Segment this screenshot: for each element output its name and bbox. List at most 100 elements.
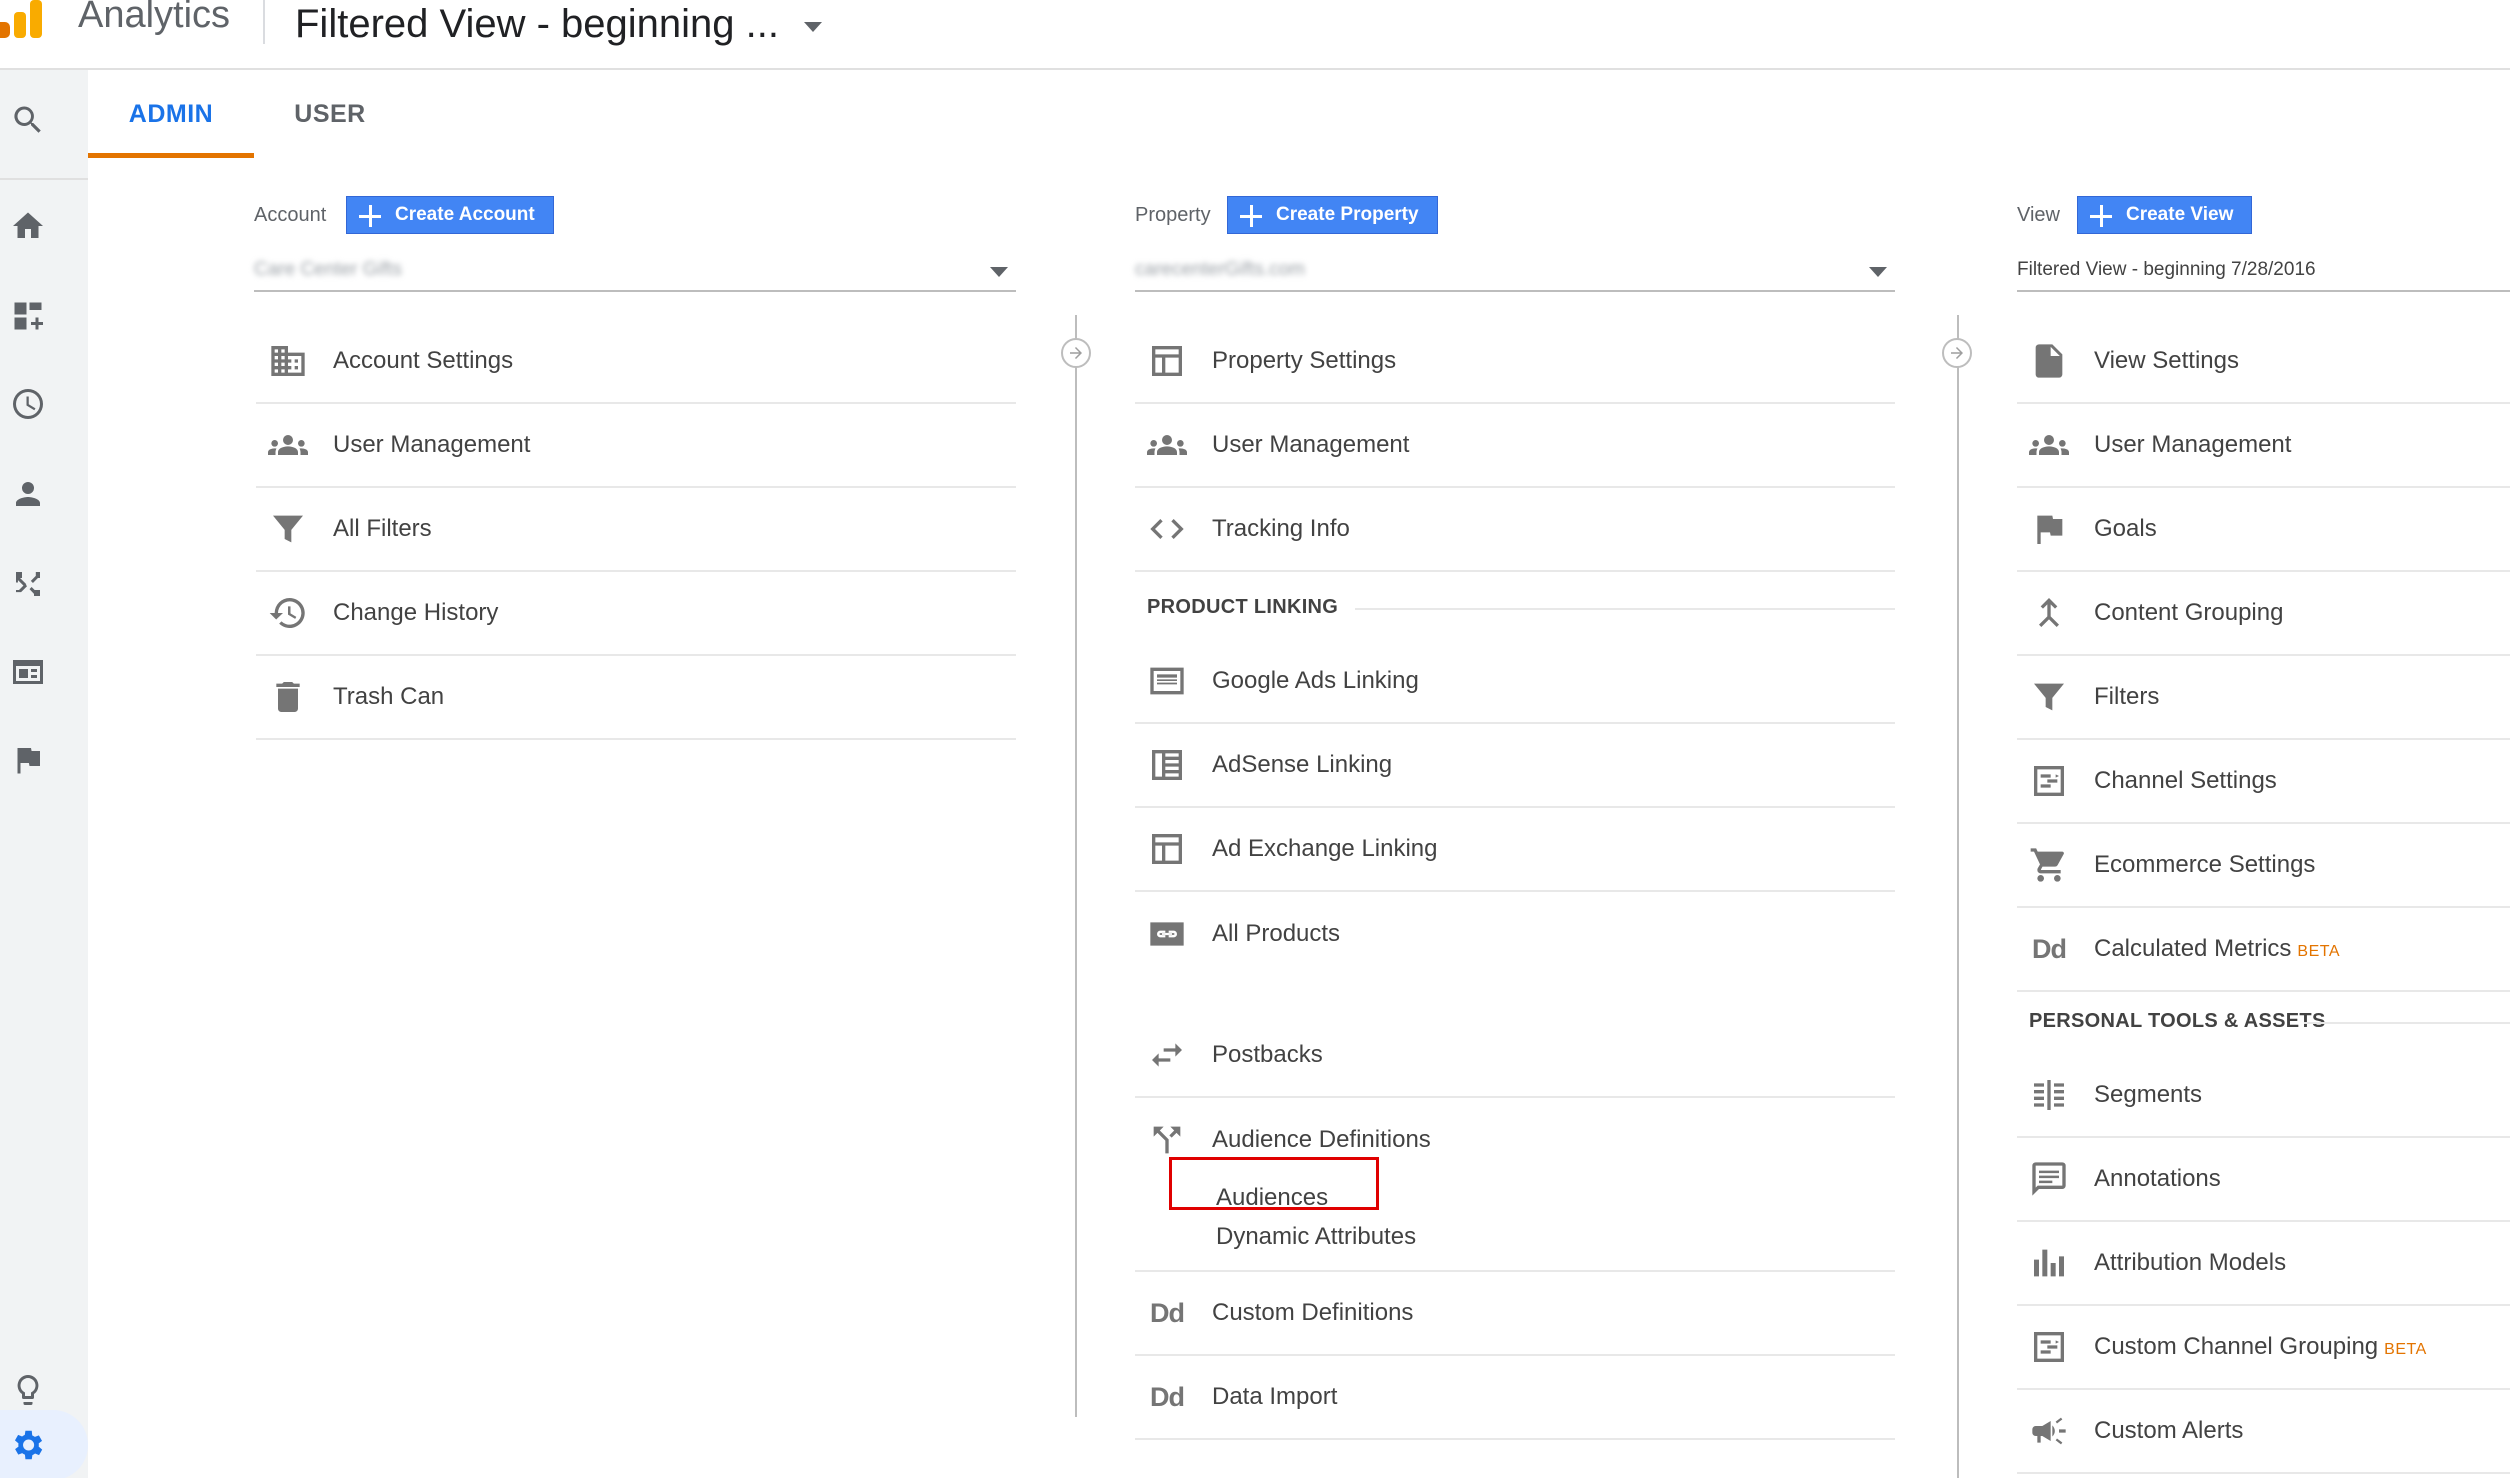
menu-account-settings[interactable]: Account Settings bbox=[256, 320, 1016, 404]
tab-user[interactable]: USER bbox=[270, 70, 390, 158]
property-selected-value: carecenterGifts.com bbox=[1135, 259, 1305, 280]
arrow-right-icon bbox=[1942, 338, 1972, 368]
search-icon[interactable] bbox=[0, 92, 56, 148]
menu-adsense-linking[interactable]: AdSense Linking bbox=[1135, 724, 1895, 808]
menu-label: All Filters bbox=[333, 515, 432, 542]
account-selected-value: Care Center Gifts bbox=[254, 259, 402, 280]
dd-icon: Dd bbox=[1150, 1381, 1185, 1412]
menu-goals[interactable]: Goals bbox=[2017, 488, 2510, 572]
arrow-right-icon bbox=[1061, 338, 1091, 368]
realtime-icon[interactable] bbox=[0, 376, 56, 432]
menu-label: Segments bbox=[2094, 1081, 2203, 1108]
chevron-down-icon[interactable] bbox=[990, 267, 1008, 277]
menu-view-settings[interactable]: View Settings bbox=[2017, 320, 2510, 404]
view-selector-field[interactable]: Filtered View - beginning 7/28/2016 bbox=[2017, 250, 2510, 292]
flag-icon bbox=[2027, 509, 2071, 549]
view-label: View bbox=[2017, 204, 2060, 226]
divider bbox=[1075, 315, 1077, 1417]
top-bar: Analytics Filtered View - beginning ... bbox=[0, 0, 2510, 70]
menu-content-grouping[interactable]: Content Grouping bbox=[2017, 572, 2510, 656]
bars-icon bbox=[2027, 1243, 2071, 1283]
menu-change-history[interactable]: Change History bbox=[256, 572, 1016, 656]
menu-postbacks[interactable]: Postbacks bbox=[1135, 1014, 1895, 1098]
menu-label: Ad Exchange Linking bbox=[1212, 835, 1438, 862]
view-selector[interactable]: Filtered View - beginning ... bbox=[295, 2, 779, 47]
tab-admin[interactable]: ADMIN bbox=[88, 70, 254, 158]
property-selector[interactable]: carecenterGifts.com bbox=[1135, 250, 1895, 292]
create-account-button[interactable]: Create Account bbox=[346, 196, 554, 234]
menu-filters[interactable]: Filters bbox=[2017, 656, 2510, 740]
menu-label: Audience Definitions bbox=[1212, 1126, 1431, 1153]
menu-trash-can[interactable]: Trash Can bbox=[256, 656, 1016, 740]
menu-view-user-management[interactable]: User Management bbox=[2017, 404, 2510, 488]
divider bbox=[0, 178, 88, 180]
menu-segments[interactable]: Segments bbox=[2017, 1054, 2510, 1138]
history-icon bbox=[266, 593, 310, 633]
menu-label: Custom Channel Grouping BETA bbox=[2094, 1333, 2427, 1360]
document-icon bbox=[2027, 341, 2071, 381]
menu-label: Ecommerce Settings bbox=[2094, 851, 2316, 878]
megaphone-icon bbox=[2027, 1411, 2071, 1451]
grouping-icon bbox=[2027, 593, 2071, 633]
annotation-icon bbox=[2027, 1159, 2071, 1199]
menu-label: Filters bbox=[2094, 683, 2160, 710]
account-selector[interactable]: Care Center Gifts bbox=[254, 250, 1016, 292]
menu-ad-exchange-linking[interactable]: Ad Exchange Linking bbox=[1135, 808, 1895, 892]
audience-icon[interactable] bbox=[0, 466, 56, 522]
layout-icon bbox=[1145, 341, 1189, 381]
code-icon bbox=[1145, 509, 1189, 549]
plus-icon bbox=[2090, 205, 2112, 227]
fork-icon bbox=[1145, 1120, 1189, 1160]
divider bbox=[2304, 1022, 2510, 1024]
account-label: Account bbox=[254, 204, 327, 226]
people-icon bbox=[266, 425, 310, 465]
menu-custom-definitions[interactable]: Dd Custom Definitions bbox=[1135, 1272, 1895, 1356]
menu-custom-alerts[interactable]: Custom Alerts bbox=[2017, 1390, 2510, 1474]
menu-label: View Settings bbox=[2094, 347, 2239, 374]
menu-all-filters[interactable]: All Filters bbox=[256, 488, 1016, 572]
analytics-logo[interactable] bbox=[0, 0, 50, 38]
chevron-down-icon[interactable] bbox=[804, 22, 822, 32]
menu-google-ads-linking[interactable]: Google Ads Linking bbox=[1135, 640, 1895, 724]
people-icon bbox=[1145, 425, 1189, 465]
adsense-icon bbox=[1145, 745, 1189, 785]
acquisition-icon[interactable] bbox=[0, 556, 56, 612]
link-icon bbox=[1145, 914, 1189, 954]
menu-property-user-management[interactable]: User Management bbox=[1135, 404, 1895, 488]
menu-annotations[interactable]: Annotations bbox=[2017, 1138, 2510, 1222]
chevron-down-icon[interactable] bbox=[1869, 267, 1887, 277]
menu-label: Account Settings bbox=[333, 347, 514, 374]
home-icon[interactable] bbox=[0, 198, 56, 254]
menu-account-user-management[interactable]: User Management bbox=[256, 404, 1016, 488]
create-view-button[interactable]: Create View bbox=[2077, 196, 2253, 234]
menu-label: AdSense Linking bbox=[1212, 751, 1393, 778]
customization-icon[interactable] bbox=[0, 288, 56, 344]
menu-custom-channel-grouping[interactable]: Custom Channel Grouping BETA bbox=[2017, 1306, 2510, 1390]
menu-label: Annotations bbox=[2094, 1165, 2221, 1192]
view-selected-value: Filtered View - beginning 7/28/2016 bbox=[2017, 259, 2316, 280]
menu-label: User Management bbox=[333, 431, 531, 458]
behavior-icon[interactable] bbox=[0, 644, 56, 700]
adexchange-icon bbox=[1145, 829, 1189, 869]
menu-calculated-metrics[interactable]: Dd Calculated Metrics BETA bbox=[2017, 908, 2510, 992]
conversions-icon[interactable] bbox=[0, 732, 56, 788]
menu-label: Google Ads Linking bbox=[1212, 667, 1419, 694]
menu-attribution-models[interactable]: Attribution Models bbox=[2017, 1222, 2510, 1306]
menu-all-products[interactable]: All Products bbox=[1135, 892, 1895, 976]
menu-label: User Management bbox=[1212, 431, 1410, 458]
dd-icon: Dd bbox=[2032, 933, 2067, 964]
admin-gear-icon[interactable] bbox=[0, 1410, 88, 1478]
submenu-dynamic-attributes[interactable]: Dynamic Attributes bbox=[1216, 1223, 1416, 1251]
filter-icon bbox=[266, 509, 310, 549]
menu-channel-settings[interactable]: Channel Settings bbox=[2017, 740, 2510, 824]
menu-tracking-info[interactable]: Tracking Info bbox=[1135, 488, 1895, 572]
channel-icon bbox=[2027, 761, 2071, 801]
menu-property-settings[interactable]: Property Settings bbox=[1135, 320, 1895, 404]
menu-label: Channel Settings bbox=[2094, 767, 2277, 794]
menu-data-import[interactable]: Dd Data Import bbox=[1135, 1356, 1895, 1440]
menu-ecommerce-settings[interactable]: Ecommerce Settings bbox=[2017, 824, 2510, 908]
menu-label: Change History bbox=[333, 599, 499, 626]
create-property-button[interactable]: Create Property bbox=[1227, 196, 1438, 234]
product-linking-heading: PRODUCT LINKING bbox=[1147, 596, 1339, 618]
highlight-box bbox=[1169, 1157, 1379, 1210]
